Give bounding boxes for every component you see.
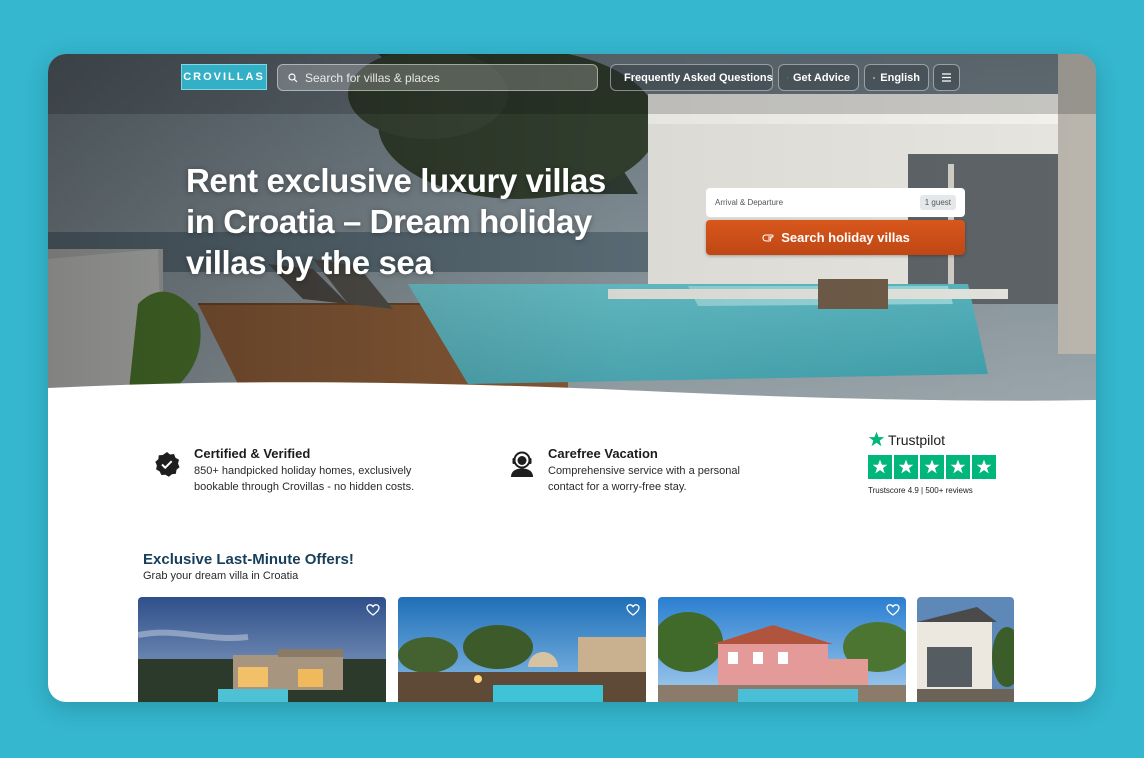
menu-button[interactable] (933, 64, 960, 91)
hero-section: CROVILLAS Frequently Asked Questions (48, 54, 1096, 404)
search-bar[interactable] (277, 64, 598, 91)
villa-photo (658, 597, 906, 702)
villa-card[interactable] (398, 597, 646, 702)
feature-carefree: Carefree Vacation Comprehensive service … (508, 446, 768, 500)
villa-photo (398, 597, 646, 702)
villa-card[interactable] (658, 597, 906, 702)
get-advice-label: Get Advice (792, 71, 850, 84)
rating-star-icon (920, 455, 944, 479)
rating-star-icon (894, 455, 918, 479)
rating-star-icon (946, 455, 970, 479)
date-picker-field[interactable]: Arrival & Departure 1 guest (706, 188, 965, 217)
support-agent-icon (511, 451, 533, 477)
feature-title: Certified & Verified (194, 446, 311, 461)
date-label: Arrival & Departure (715, 198, 784, 207)
feature-text: 850+ handpicked holiday homes, exclusive… (194, 465, 415, 493)
hamburger-menu-icon (942, 73, 951, 82)
language-button[interactable]: English (864, 64, 929, 91)
feature-title: Carefree Vacation (548, 446, 658, 461)
offers-title: Exclusive Last-Minute Offers! (143, 551, 354, 568)
villa-card[interactable] (917, 597, 1014, 702)
faq-label: Frequently Asked Questions (624, 71, 773, 84)
trustscore-text: Trustscore 4.9 | 500+ reviews (868, 486, 973, 495)
rating-star-icon (972, 455, 996, 479)
get-advice-button[interactable]: Get Advice (778, 64, 859, 91)
villa-photo (917, 597, 1014, 702)
search-icon (288, 72, 298, 82)
top-navbar: CROVILLAS Frequently Asked Questions (48, 54, 1096, 104)
guest-selector[interactable]: 1 guest (919, 195, 956, 210)
hand-pointer-icon (762, 233, 774, 242)
search-input[interactable] (305, 70, 585, 85)
villa-card[interactable] (138, 597, 386, 702)
heart-icon[interactable] (886, 603, 900, 617)
hero-wave-divider (48, 382, 1096, 404)
trustpilot-name: Trustpilot (888, 431, 946, 448)
villa-photo (138, 597, 386, 702)
heart-icon[interactable] (366, 603, 380, 617)
hero-title: Rent exclusive luxury villas in Croatia … (186, 162, 606, 281)
trustpilot-star-icon (868, 431, 885, 447)
search-villas-label: Search holiday villas (781, 230, 910, 245)
search-villas-button[interactable]: Search holiday villas (706, 220, 965, 255)
language-label: English (880, 71, 920, 84)
trustpilot-rating-stars (868, 455, 996, 479)
trustpilot-logo[interactable]: Trustpilot (868, 431, 945, 448)
crovillas-logo[interactable]: CROVILLAS (181, 64, 267, 90)
feature-certified: Certified & Verified 850+ handpicked hol… (153, 446, 453, 500)
globe-icon (873, 76, 876, 79)
verified-badge-icon (155, 452, 180, 477)
person-icon (787, 77, 788, 78)
offers-subtitle: Grab your dream villa in Croatia (143, 570, 299, 582)
heart-icon[interactable] (626, 603, 640, 617)
browser-window: CROVILLAS Frequently Asked Questions (48, 54, 1096, 702)
feature-text: Comprehensive service with a personal co… (548, 465, 740, 493)
faq-button[interactable]: Frequently Asked Questions (610, 64, 773, 91)
rating-star-icon (868, 455, 892, 479)
